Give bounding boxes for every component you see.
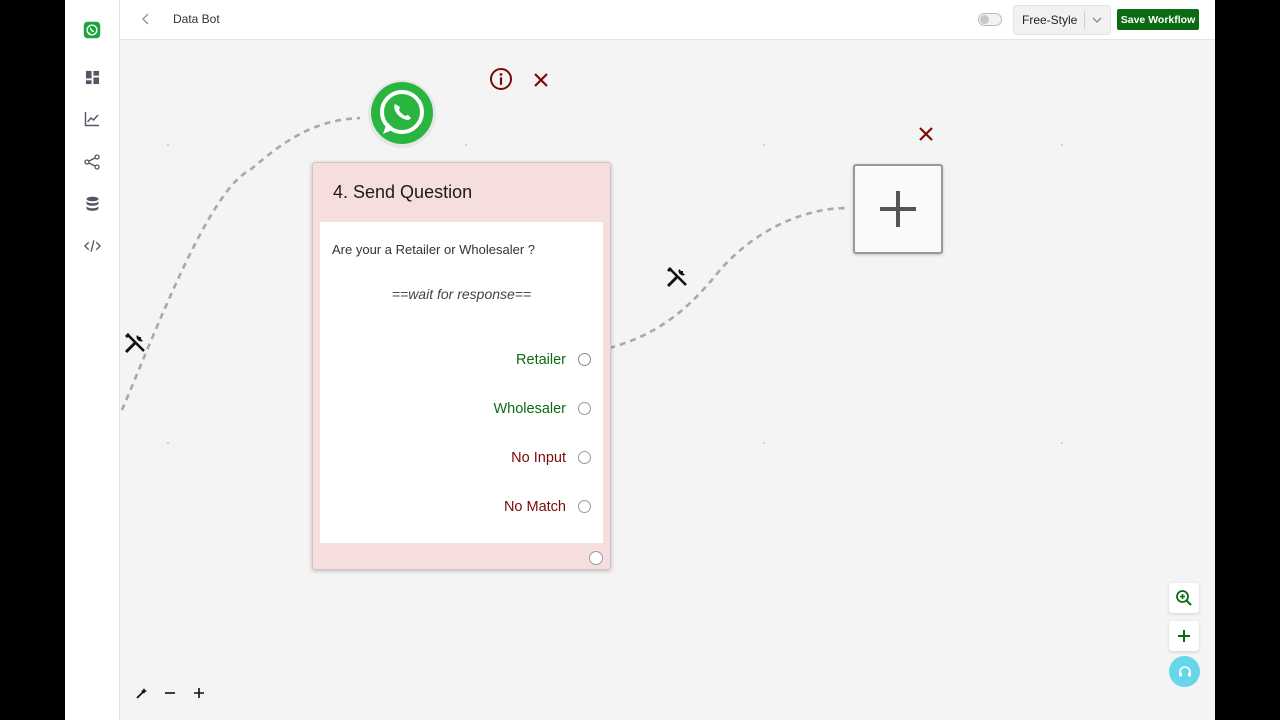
wrench-screwdriver-icon[interactable] — [122, 330, 148, 356]
back-arrow-icon[interactable] — [136, 9, 156, 29]
plus-icon — [194, 688, 204, 698]
toggle-switch[interactable] — [978, 13, 1002, 26]
magic-wand-icon[interactable] — [132, 683, 152, 703]
node-output-port[interactable] — [589, 551, 603, 565]
close-icon[interactable] — [915, 123, 937, 145]
mode-select-value: Free-Style — [1022, 13, 1078, 27]
node-body: Are your a Retailer or Wholesaler ? ==wa… — [320, 222, 603, 543]
option-no-match-port[interactable] — [578, 500, 591, 513]
save-workflow-button[interactable]: Save Workflow — [1117, 9, 1199, 30]
app-window: Data Bot Free-Style Save Workflow 4. Sen… — [65, 0, 1215, 720]
add-node-button[interactable] — [853, 164, 943, 254]
sidebar — [65, 0, 120, 720]
plus-icon — [1178, 630, 1190, 642]
plus-icon — [880, 191, 916, 227]
top-bar: Data Bot Free-Style Save Workflow — [120, 0, 1215, 40]
workflow-title: Data Bot — [173, 12, 220, 26]
analytics-icon[interactable] — [80, 107, 104, 131]
mode-select-divider — [1084, 11, 1085, 29]
question-text: Are your a Retailer or Wholesaler ? — [332, 242, 536, 257]
workflow-canvas[interactable]: 4. Send Question Are your a Retailer or … — [120, 40, 1215, 720]
zoom-out-button[interactable] — [160, 683, 180, 703]
option-retailer-port[interactable] — [578, 353, 591, 366]
whatsapp-icon[interactable] — [80, 18, 104, 42]
zoom-search-icon — [1176, 590, 1192, 606]
whatsapp-icon[interactable] — [365, 77, 439, 151]
minus-icon — [165, 692, 175, 694]
zoom-fit-button[interactable] — [1169, 583, 1199, 613]
zoom-in-button[interactable] — [189, 683, 209, 703]
support-chat-button[interactable] — [1169, 656, 1200, 687]
add-step-button[interactable] — [1169, 621, 1199, 651]
chevron-down-icon — [1089, 12, 1105, 28]
code-icon[interactable] — [80, 234, 104, 258]
wrench-screwdriver-icon[interactable] — [664, 264, 690, 290]
headset-icon — [1178, 665, 1191, 676]
dashboard-icon[interactable] — [80, 65, 104, 89]
info-icon[interactable] — [488, 66, 514, 92]
close-icon[interactable] — [530, 69, 552, 91]
node-title: 4. Send Question — [333, 182, 473, 202]
option-retailer: Retailer — [516, 352, 566, 368]
send-question-node[interactable]: 4. Send Question Are your a Retailer or … — [312, 162, 611, 570]
option-no-match: No Match — [503, 499, 566, 515]
option-no-input-port[interactable] — [578, 451, 591, 464]
connection-wires — [120, 116, 848, 411]
toggle-knob — [980, 15, 989, 24]
wait-for-response-text: ==wait for response== — [391, 286, 532, 302]
option-wholesaler-port[interactable] — [578, 402, 591, 415]
database-icon[interactable] — [80, 192, 104, 216]
share-nodes-icon[interactable] — [80, 150, 104, 174]
option-wholesaler: Wholesaler — [493, 401, 566, 417]
mode-select[interactable]: Free-Style — [1013, 5, 1111, 35]
option-no-input: No Input — [511, 450, 566, 466]
